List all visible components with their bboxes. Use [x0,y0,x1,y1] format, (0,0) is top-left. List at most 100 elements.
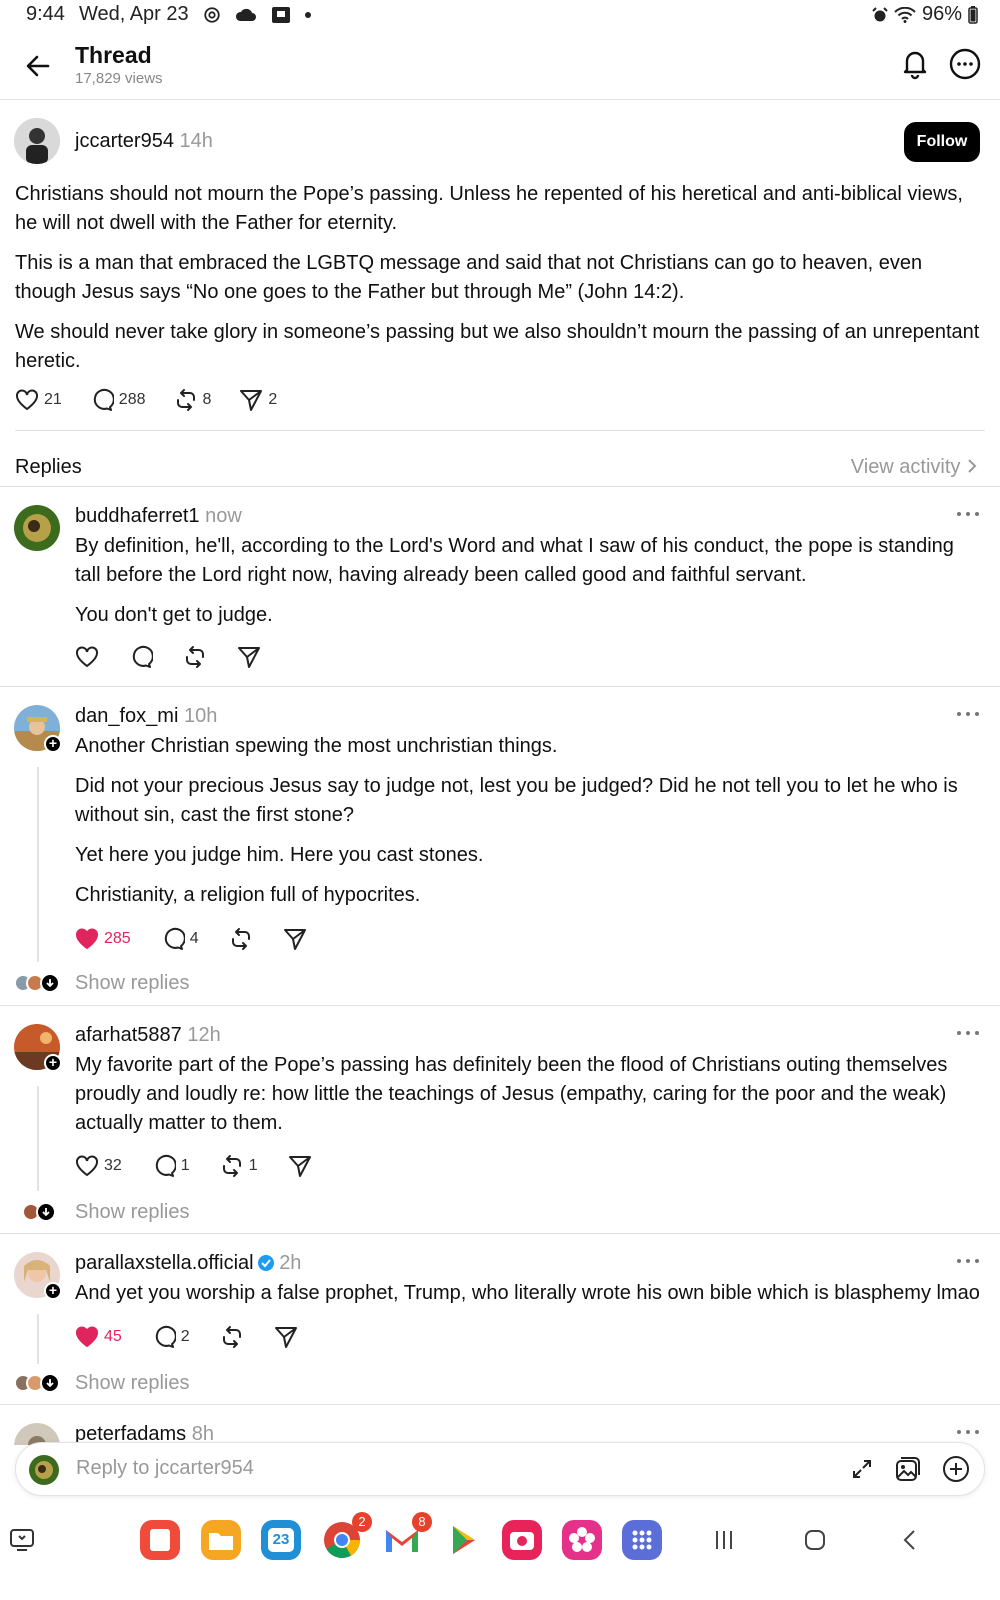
like-button[interactable]: 32 [75,1155,122,1177]
like-count: 32 [104,1157,122,1174]
comment-count: 4 [189,930,199,947]
post-time: 14h [179,130,213,152]
reply-input[interactable]: Reply to jccarter954 [76,1457,254,1480]
taskbar-toggle-icon[interactable] [8,1526,36,1554]
app-icon-chrome[interactable]: 2 [322,1512,372,1560]
follow-plus-icon[interactable]: + [44,1282,62,1300]
avatar [29,1455,59,1485]
show-replies-link[interactable]: Show replies [75,1201,190,1224]
follow-button[interactable]: Follow [904,122,980,162]
reply-body: And yet you worship a false prophet, Tru… [75,1279,990,1319]
repost-button[interactable] [229,927,253,951]
reply-paragraph: Another Christian spewing the most unchr… [75,735,558,757]
like-button[interactable]: 45 [75,1326,122,1348]
username[interactable]: buddhaferret1 [75,505,200,527]
reply-actions: 45 2 [75,1325,298,1349]
share-button[interactable] [274,1325,298,1349]
app-icon-files[interactable] [201,1520,241,1560]
username[interactable]: dan_fox_mi [75,705,178,727]
reply-composer[interactable]: Reply to jccarter954 [15,1442,985,1496]
status-date: Wed, Apr 23 [78,3,189,25]
more-dots-icon[interactable] [956,1256,980,1266]
reply-actions: 285 4 [75,927,307,951]
send-icon [240,390,263,411]
comment-button[interactable]: 288 [90,388,146,412]
gallery-icon[interactable] [894,1455,922,1483]
like-button[interactable]: 285 [75,928,131,950]
more-dots-icon[interactable] [956,1028,980,1038]
bell-icon [903,51,927,80]
home-icon[interactable] [803,1528,827,1552]
reply-body: Another Christian spewing the most unchr… [75,732,980,921]
app-icon-gmail[interactable]: 8 [382,1512,432,1560]
notifications-button[interactable] [898,46,932,80]
notification-dot-icon [304,11,311,18]
reply-author[interactable]: dan_fox_mi 10h [75,705,217,728]
comment-button[interactable]: 1 [152,1154,190,1178]
recent-apps-icon[interactable] [712,1528,736,1552]
post-paragraph: This is a man that embraced the LGBTQ me… [15,252,923,303]
more-dots-icon[interactable] [956,709,980,719]
reply-paragraph: Yet here you judge him. Here you cast st… [75,844,484,866]
view-activity-link[interactable]: View activity [851,456,978,479]
app-icon-calendar[interactable]: 23 [261,1520,301,1560]
wifi-icon [894,6,916,23]
more-circle-icon [949,48,981,80]
reply-item: buddhaferret1 now By definition, he'll, … [0,487,1000,686]
share-button[interactable] [237,645,261,669]
reply-paragraph: My favorite part of the Pope’s passing h… [75,1054,948,1134]
follow-plus-icon[interactable]: + [44,735,62,753]
arrow-down-icon [40,1373,60,1393]
comment-button[interactable] [129,645,153,669]
notification-badge: 2 [352,1512,372,1532]
like-count: 21 [44,391,62,408]
more-dots-icon[interactable] [956,509,980,519]
divider [15,430,985,431]
app-icon-notes[interactable] [140,1520,180,1560]
arrow-down-icon [36,1202,56,1222]
show-replies-link[interactable]: Show replies [75,1372,190,1395]
app-icon-camera[interactable] [502,1520,542,1560]
repost-button[interactable] [183,645,207,669]
share-button[interactable] [288,1154,312,1178]
thread-line [37,767,39,962]
reply-author[interactable]: parallaxstella.official 2h [75,1252,301,1275]
add-circle-icon[interactable] [942,1455,970,1483]
username[interactable]: afarhat5887 [75,1024,182,1046]
app-icon-play-store[interactable] [443,1520,483,1560]
arrow-left-icon [26,55,50,77]
repost-button[interactable]: 1 [220,1154,258,1178]
post-author[interactable]: jccarter954 14h [75,130,213,153]
app-drawer-icon[interactable] [622,1520,662,1560]
username[interactable]: jccarter954 [75,130,174,152]
back-nav-icon[interactable] [898,1528,922,1552]
expand-icon[interactable] [850,1457,874,1481]
post-paragraph: We should never take glory in someone’s … [15,321,980,372]
more-options-button[interactable] [949,48,981,80]
back-button[interactable] [22,50,54,82]
avatar[interactable] [14,505,60,551]
app-icon-gallery[interactable] [562,1520,602,1560]
replies-heading: Replies [15,456,82,478]
like-button[interactable] [75,646,99,668]
share-button[interactable] [283,927,307,951]
username[interactable]: parallaxstella.official [75,1252,254,1274]
avatar[interactable] [14,118,60,164]
reply-author[interactable]: buddhaferret1 now [75,505,242,528]
show-replies-link[interactable]: Show replies [75,972,190,995]
comment-button[interactable]: 2 [152,1325,190,1349]
chevron-right-icon [968,459,977,473]
like-button[interactable]: 21 [15,389,62,411]
reply-author[interactable]: afarhat5887 12h [75,1024,221,1047]
repost-icon [222,1155,241,1177]
comment-button[interactable]: 4 [161,927,199,951]
notification-badge: 8 [412,1512,432,1532]
screenshot-notification-icon [271,6,291,24]
more-dots-icon[interactable] [956,1427,980,1437]
follow-plus-icon[interactable]: + [44,1054,62,1072]
threads-icon [203,6,221,24]
repost-button[interactable] [220,1325,244,1349]
repost-icon [222,1326,241,1348]
share-button[interactable]: 2 [239,388,277,412]
repost-button[interactable]: 8 [174,388,211,412]
